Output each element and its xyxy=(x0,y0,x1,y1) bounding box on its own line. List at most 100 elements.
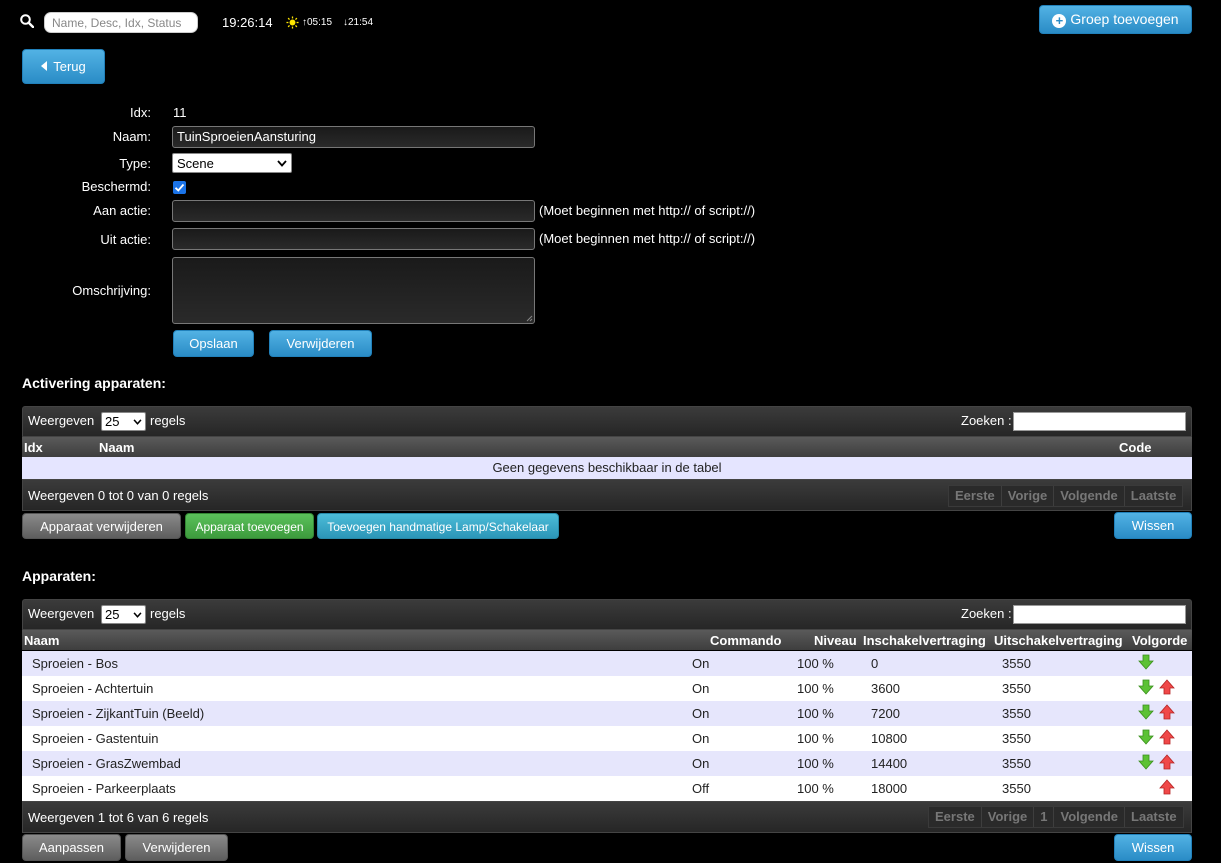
table-row[interactable]: Sproeien - Achtertuin On 100 % 3600 3550 xyxy=(22,676,1192,701)
device-level: 100 % xyxy=(797,756,834,771)
remove-device-button[interactable]: Apparaat verwijderen xyxy=(22,513,181,539)
device-level: 100 % xyxy=(797,781,834,796)
col-commando[interactable]: Commando xyxy=(710,633,782,648)
checkmark-icon xyxy=(174,183,185,192)
pager-prev[interactable]: Vorige xyxy=(1000,486,1054,506)
type-label: Type: xyxy=(119,156,151,171)
device-name: Sproeien - Bos xyxy=(32,656,118,671)
device-on-delay: 3600 xyxy=(871,681,900,696)
type-select-value: Scene xyxy=(177,155,214,171)
devices-title: Apparaten: xyxy=(22,568,96,584)
devices-search-input[interactable] xyxy=(1013,605,1186,624)
table-row[interactable]: Sproeien - ZijkantTuin (Beeld) On 100 % 720… xyxy=(22,701,1192,726)
col-code[interactable]: Code xyxy=(1119,440,1152,455)
col-naam[interactable]: Naam xyxy=(99,440,134,455)
pager-prev[interactable]: Vorige xyxy=(980,807,1034,827)
move-up-icon[interactable] xyxy=(1159,754,1175,770)
delete-button[interactable]: Verwijderen xyxy=(269,330,372,357)
search-input[interactable] xyxy=(44,12,198,33)
pager-last[interactable]: Laatste xyxy=(1123,486,1183,506)
devices-page-size-value: 25 xyxy=(105,607,120,622)
name-label: Naam: xyxy=(112,129,151,144)
pager-first[interactable]: Eerste xyxy=(929,807,981,827)
devices-table-header: Naam Commando Niveau Inschakelvertraging… xyxy=(22,630,1192,650)
protected-checkbox[interactable] xyxy=(173,181,186,194)
move-up-icon[interactable] xyxy=(1159,779,1175,795)
device-off-delay: 3550 xyxy=(1002,731,1031,746)
device-on-delay: 10800 xyxy=(871,731,908,746)
edit-button[interactable]: Aanpassen xyxy=(22,834,121,861)
table-row[interactable]: Sproeien - Parkeerplaats Off 100 % 18000 355… xyxy=(22,776,1192,801)
move-down-icon[interactable] xyxy=(1138,754,1154,770)
name-field[interactable]: TuinSproeienAansturing xyxy=(172,126,535,148)
devices-show-label: Weergeven xyxy=(28,606,95,621)
col-volgorde[interactable]: Volgorde xyxy=(1132,633,1187,648)
sunrise-time: ↑05:15 xyxy=(302,17,332,28)
chevron-down-icon xyxy=(133,418,142,425)
pager-next[interactable]: Volgende xyxy=(1053,807,1124,827)
device-level: 100 % xyxy=(797,681,834,696)
pager-last[interactable]: Laatste xyxy=(1124,807,1183,827)
back-label: Terug xyxy=(53,59,86,74)
back-button[interactable]: Terug xyxy=(22,49,105,84)
sunset-time: ↓21:54 xyxy=(343,17,373,28)
move-down-icon[interactable] xyxy=(1138,729,1154,745)
protected-label: Beschermd: xyxy=(81,179,151,194)
move-up-icon[interactable] xyxy=(1159,679,1175,695)
activation-search-input[interactable] xyxy=(1013,412,1186,431)
move-up-icon[interactable] xyxy=(1159,704,1175,720)
device-command: On xyxy=(692,731,710,746)
activation-clear-button[interactable]: Wissen xyxy=(1114,512,1192,539)
col-inschakelvertraging[interactable]: Inschakelvertraging xyxy=(863,633,986,648)
col-idx[interactable]: Idx xyxy=(24,440,43,455)
device-on-delay: 14400 xyxy=(871,756,908,771)
device-level: 100 % xyxy=(797,731,834,746)
activation-show-label: Weergeven xyxy=(28,413,95,428)
type-select[interactable]: Scene xyxy=(172,153,292,173)
pager-first[interactable]: Eerste xyxy=(949,486,1001,506)
resize-handle-icon[interactable] xyxy=(526,315,533,322)
devices-clear-button[interactable]: Wissen xyxy=(1114,834,1192,861)
add-device-button[interactable]: Apparaat toevoegen xyxy=(185,513,314,539)
devices-page-size-select[interactable]: 25 xyxy=(101,605,146,624)
device-off-delay: 3550 xyxy=(1002,656,1031,671)
pager-page-1[interactable]: 1 xyxy=(1033,807,1053,827)
pager-next[interactable]: Volgende xyxy=(1053,486,1124,506)
activation-empty-row: Geen gegevens beschikbaar in de tabel xyxy=(22,457,1192,479)
add-group-button[interactable]: + Groep toevoegen xyxy=(1039,5,1192,34)
move-down-icon[interactable] xyxy=(1138,704,1154,720)
save-button[interactable]: Opslaan xyxy=(173,330,254,357)
move-up-icon[interactable] xyxy=(1159,729,1175,745)
remove-button[interactable]: Verwijderen xyxy=(125,834,228,861)
activation-page-size-select[interactable]: 25 xyxy=(101,412,146,431)
device-off-delay: 3550 xyxy=(1002,781,1031,796)
add-group-label: Groep toevoegen xyxy=(1070,11,1179,27)
add-manual-switch-button[interactable]: Toevoegen handmatige Lamp/Schakelaar xyxy=(317,513,559,539)
off-action-label: Uit actie: xyxy=(100,232,151,247)
device-on-delay: 7200 xyxy=(871,706,900,721)
caret-left-icon xyxy=(41,61,48,71)
sunset-value: 21:54 xyxy=(348,17,374,28)
idx-label: Idx: xyxy=(130,105,151,120)
device-name: Sproeien - GrasZwembad xyxy=(32,756,181,771)
device-name: Sproeien - Parkeerplaats xyxy=(32,781,176,796)
sun-icon xyxy=(286,16,299,29)
device-level: 100 % xyxy=(797,656,834,671)
devices-info: Weergeven 1 tot 6 van 6 regels xyxy=(28,810,209,825)
table-row[interactable]: Sproeien - Gastentuin On 100 % 10800 3550 xyxy=(22,726,1192,751)
col-niveau[interactable]: Niveau xyxy=(814,633,857,648)
description-textarea[interactable] xyxy=(172,257,535,324)
move-down-icon[interactable] xyxy=(1138,654,1154,670)
move-down-icon[interactable] xyxy=(1138,679,1154,695)
col-uitschakelvertraging[interactable]: Uitschakelvertraging xyxy=(994,633,1123,648)
table-row[interactable]: Sproeien - Bos On 100 % 0 3550 xyxy=(22,651,1192,676)
off-action-field[interactable] xyxy=(172,228,535,250)
plus-circle-icon: + xyxy=(1052,14,1067,28)
col-naam[interactable]: Naam xyxy=(24,633,59,648)
device-off-delay: 3550 xyxy=(1002,756,1031,771)
table-row[interactable]: Sproeien - GrasZwembad On 100 % 14400 3550 xyxy=(22,751,1192,776)
device-command: Off xyxy=(692,781,710,796)
on-action-field[interactable] xyxy=(172,200,535,222)
device-off-delay: 3550 xyxy=(1002,681,1031,696)
search-icon[interactable] xyxy=(20,14,34,28)
